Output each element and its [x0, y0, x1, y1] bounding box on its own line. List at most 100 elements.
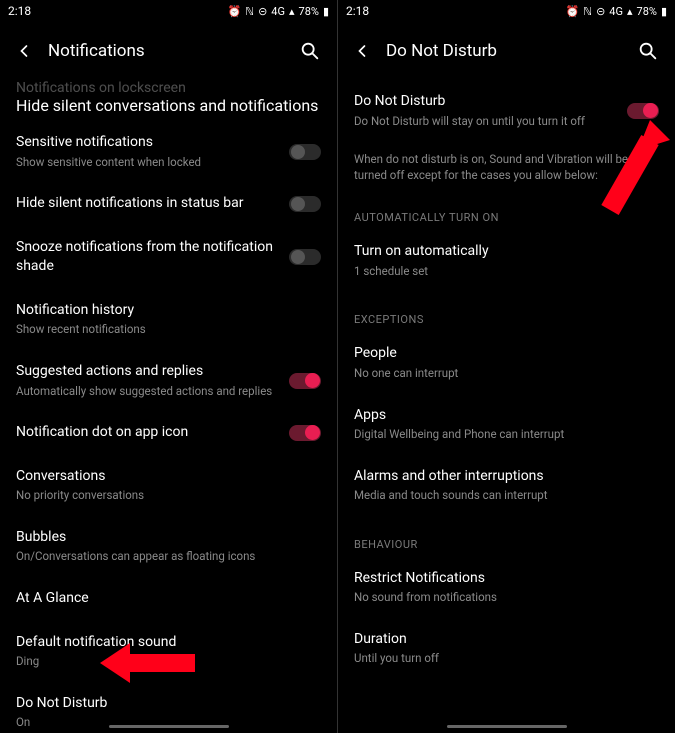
- item-sub: 1 schedule set: [354, 264, 649, 280]
- phone-right: 2:18 ⏰ ℕ ⊝ 4G ▴ 78% ▮ Do Not Disturb Do …: [338, 0, 675, 733]
- status-time: 2:18: [8, 4, 228, 18]
- item-conversations[interactable]: Conversations No priority conversations: [0, 455, 337, 516]
- item-sub: Ding: [16, 654, 311, 670]
- chevron-left-icon: [14, 41, 34, 61]
- item-sub: No priority conversations: [16, 488, 311, 504]
- item-label: Default notification sound: [16, 633, 311, 653]
- status-bar: 2:18 ⏰ ℕ ⊝ 4G ▴ 78% ▮: [0, 0, 337, 22]
- section-exceptions: Exceptions: [338, 291, 675, 332]
- status-bar: 2:18 ⏰ ℕ ⊝ 4G ▴ 78% ▮: [338, 0, 675, 22]
- battery-icon: ▮: [661, 5, 667, 18]
- item-sub: On: [16, 715, 311, 731]
- search-icon: [299, 40, 321, 62]
- item-label: Alarms and other interruptions: [354, 467, 649, 487]
- section-behaviour: Behaviour: [338, 516, 675, 557]
- item-sub: Show recent notifications: [16, 322, 311, 338]
- toggle-hide-silent[interactable]: [289, 196, 321, 212]
- settings-list: Do Not Disturb Do Not Disturb will stay …: [338, 80, 675, 733]
- item-label: Sensitive notifications: [16, 133, 279, 153]
- item-apps[interactable]: Apps Digital Wellbeing and Phone can int…: [338, 394, 675, 455]
- item-restrict[interactable]: Restrict Notifications No sound from not…: [338, 557, 675, 618]
- cutoff-primary: Notifications on lockscreen: [16, 80, 321, 96]
- network-icon: 4G: [271, 5, 285, 18]
- back-button[interactable]: [14, 41, 34, 61]
- search-button[interactable]: [299, 40, 321, 62]
- battery-text: 78%: [637, 5, 657, 18]
- item-people[interactable]: People No one can interrupt: [338, 332, 675, 393]
- item-sub: Media and touch sounds can interrupt: [354, 488, 649, 504]
- item-alarms[interactable]: Alarms and other interruptions Media and…: [338, 455, 675, 516]
- nfc-icon: ℕ: [245, 5, 254, 18]
- item-label: Do Not Disturb: [16, 694, 311, 714]
- item-sub: Until you turn off: [354, 651, 649, 667]
- info-text: When do not disturb is on, Sound and Vib…: [338, 141, 675, 189]
- battery-icon: ▮: [323, 5, 329, 18]
- item-label: Apps: [354, 406, 649, 426]
- signal-icon: ▴: [627, 5, 633, 18]
- item-sub: Digital Wellbeing and Phone can interrup…: [354, 427, 649, 443]
- item-label: Notification dot on app icon: [16, 423, 279, 443]
- signal-icon: ▴: [289, 5, 295, 18]
- nav-handle[interactable]: [447, 725, 567, 728]
- battery-text: 78%: [299, 5, 319, 18]
- item-snooze[interactable]: Snooze notifications from the notificati…: [0, 226, 337, 289]
- item-sub: No sound from notifications: [354, 590, 649, 606]
- item-dnd-main[interactable]: Do Not Disturb Do Not Disturb will stay …: [338, 80, 675, 141]
- status-icons: ⏰ ℕ ⊝ 4G ▴ 78% ▮: [566, 5, 667, 18]
- item-suggested[interactable]: Suggested actions and replies Automatica…: [0, 350, 337, 411]
- section-auto: Automatically turn on: [338, 189, 675, 230]
- settings-list: Notifications on lockscreen Hide silent …: [0, 80, 337, 733]
- item-label: Bubbles: [16, 528, 311, 548]
- app-bar: Do Not Disturb: [338, 22, 675, 80]
- item-duration[interactable]: Duration Until you turn off: [338, 618, 675, 679]
- toggle-suggested[interactable]: [289, 373, 321, 389]
- item-sub: Automatically show suggested actions and…: [16, 384, 279, 400]
- page-title: Do Not Disturb: [386, 41, 623, 61]
- item-label: Turn on automatically: [354, 242, 649, 262]
- item-history[interactable]: Notification history Show recent notific…: [0, 289, 337, 350]
- network-icon: 4G: [609, 5, 623, 18]
- item-label: Restrict Notifications: [354, 569, 649, 589]
- item-sub: On/Conversations can appear as floating …: [16, 549, 311, 565]
- item-turn-on-auto[interactable]: Turn on automatically 1 schedule set: [338, 230, 675, 291]
- item-label: Suggested actions and replies: [16, 362, 279, 382]
- item-label: Conversations: [16, 467, 311, 487]
- search-icon: [637, 40, 659, 62]
- item-at-a-glance[interactable]: At A Glance: [0, 577, 337, 621]
- item-dot[interactable]: Notification dot on app icon: [0, 411, 337, 455]
- item-label: Do Not Disturb: [354, 92, 617, 112]
- item-label: At A Glance: [16, 589, 311, 609]
- dnd-icon: ⊝: [258, 5, 267, 18]
- toggle-sensitive[interactable]: [289, 144, 321, 160]
- item-sub: No one can interrupt: [354, 366, 649, 382]
- toggle-dnd[interactable]: [627, 103, 659, 119]
- cutoff-item[interactable]: Notifications on lockscreen Hide silent …: [0, 80, 337, 121]
- item-default-sound[interactable]: Default notification sound Ding: [0, 621, 337, 682]
- alarm-icon: ⏰: [566, 5, 580, 18]
- back-button[interactable]: [352, 41, 372, 61]
- item-label: Notification history: [16, 301, 311, 321]
- item-label: Snooze notifications from the notificati…: [16, 238, 279, 277]
- dnd-icon: ⊝: [596, 5, 605, 18]
- toggle-snooze[interactable]: [289, 249, 321, 265]
- search-button[interactable]: [637, 40, 659, 62]
- phone-left: 2:18 ⏰ ℕ ⊝ 4G ▴ 78% ▮ Notifications Noti…: [0, 0, 337, 733]
- chevron-left-icon: [352, 41, 372, 61]
- page-title: Notifications: [48, 41, 285, 61]
- nav-handle[interactable]: [109, 725, 229, 728]
- app-bar: Notifications: [0, 22, 337, 80]
- item-label: Duration: [354, 630, 649, 650]
- item-sub: Do Not Disturb will stay on until you tu…: [354, 114, 617, 130]
- cutoff-secondary: Hide silent conversations and notificati…: [16, 96, 321, 115]
- item-sub: Show sensitive content when locked: [16, 155, 279, 171]
- toggle-dot[interactable]: [289, 425, 321, 441]
- item-bubbles[interactable]: Bubbles On/Conversations can appear as f…: [0, 516, 337, 577]
- item-label: People: [354, 344, 649, 364]
- item-label: Hide silent notifications in status bar: [16, 194, 279, 214]
- alarm-icon: ⏰: [228, 5, 242, 18]
- nfc-icon: ℕ: [583, 5, 592, 18]
- status-time: 2:18: [346, 4, 566, 18]
- item-sensitive-notifications[interactable]: Sensitive notifications Show sensitive c…: [0, 121, 337, 182]
- item-hide-silent-statusbar[interactable]: Hide silent notifications in status bar: [0, 182, 337, 226]
- status-icons: ⏰ ℕ ⊝ 4G ▴ 78% ▮: [228, 5, 329, 18]
